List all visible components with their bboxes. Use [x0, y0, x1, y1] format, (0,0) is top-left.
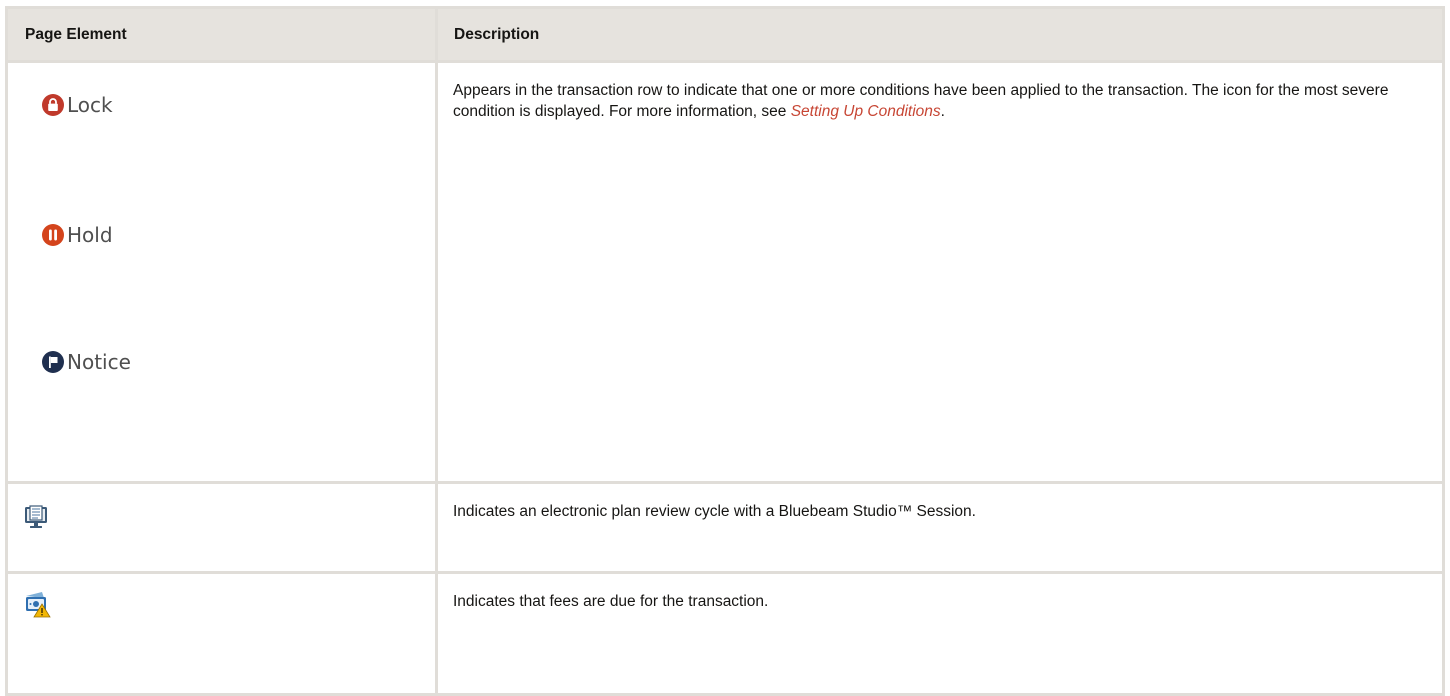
- condition-lock: Lock: [42, 93, 113, 117]
- table-row-conditions: Lock Hold Notice Appears in the transact…: [5, 60, 1445, 484]
- condition-notice: Notice: [42, 350, 131, 374]
- table-header-row: Page Element Description: [5, 6, 1445, 63]
- condition-lock-label: Lock: [67, 93, 113, 117]
- conditions-cell: Lock Hold Notice: [5, 60, 438, 484]
- flag-icon: [42, 351, 64, 373]
- page-elements-table: Page Element Description Lock Hold Notic…: [5, 6, 1445, 696]
- table-row-fees: Indicates that fees are due for the tran…: [5, 571, 1445, 696]
- conditions-description: Appears in the transaction row to indica…: [438, 63, 1442, 122]
- fees-due-icon: [26, 592, 51, 618]
- condition-hold-label: Hold: [67, 223, 113, 247]
- conditions-description-end: .: [940, 103, 945, 120]
- bluebeam-icon-cell: [5, 481, 438, 574]
- bluebeam-description: Indicates an electronic plan review cycl…: [453, 503, 976, 520]
- condition-notice-label: Notice: [67, 350, 131, 374]
- conditions-description-cell: Appears in the transaction row to indica…: [435, 60, 1445, 484]
- table-row-bluebeam: Indicates an electronic plan review cycl…: [5, 481, 1445, 574]
- setting-up-conditions-link[interactable]: Setting Up Conditions: [791, 103, 941, 120]
- fees-icon-cell: [5, 571, 438, 696]
- fees-description-cell: Indicates that fees are due for the tran…: [435, 571, 1445, 696]
- bluebeam-description-cell: Indicates an electronic plan review cycl…: [435, 481, 1445, 574]
- header-page-element: Page Element: [5, 6, 438, 63]
- condition-hold: Hold: [42, 223, 113, 247]
- header-description: Description: [435, 6, 1445, 63]
- fees-description: Indicates that fees are due for the tran…: [453, 593, 769, 610]
- lock-icon: [42, 94, 64, 116]
- bluebeam-session-icon: [25, 505, 47, 528]
- pause-icon: [42, 224, 64, 246]
